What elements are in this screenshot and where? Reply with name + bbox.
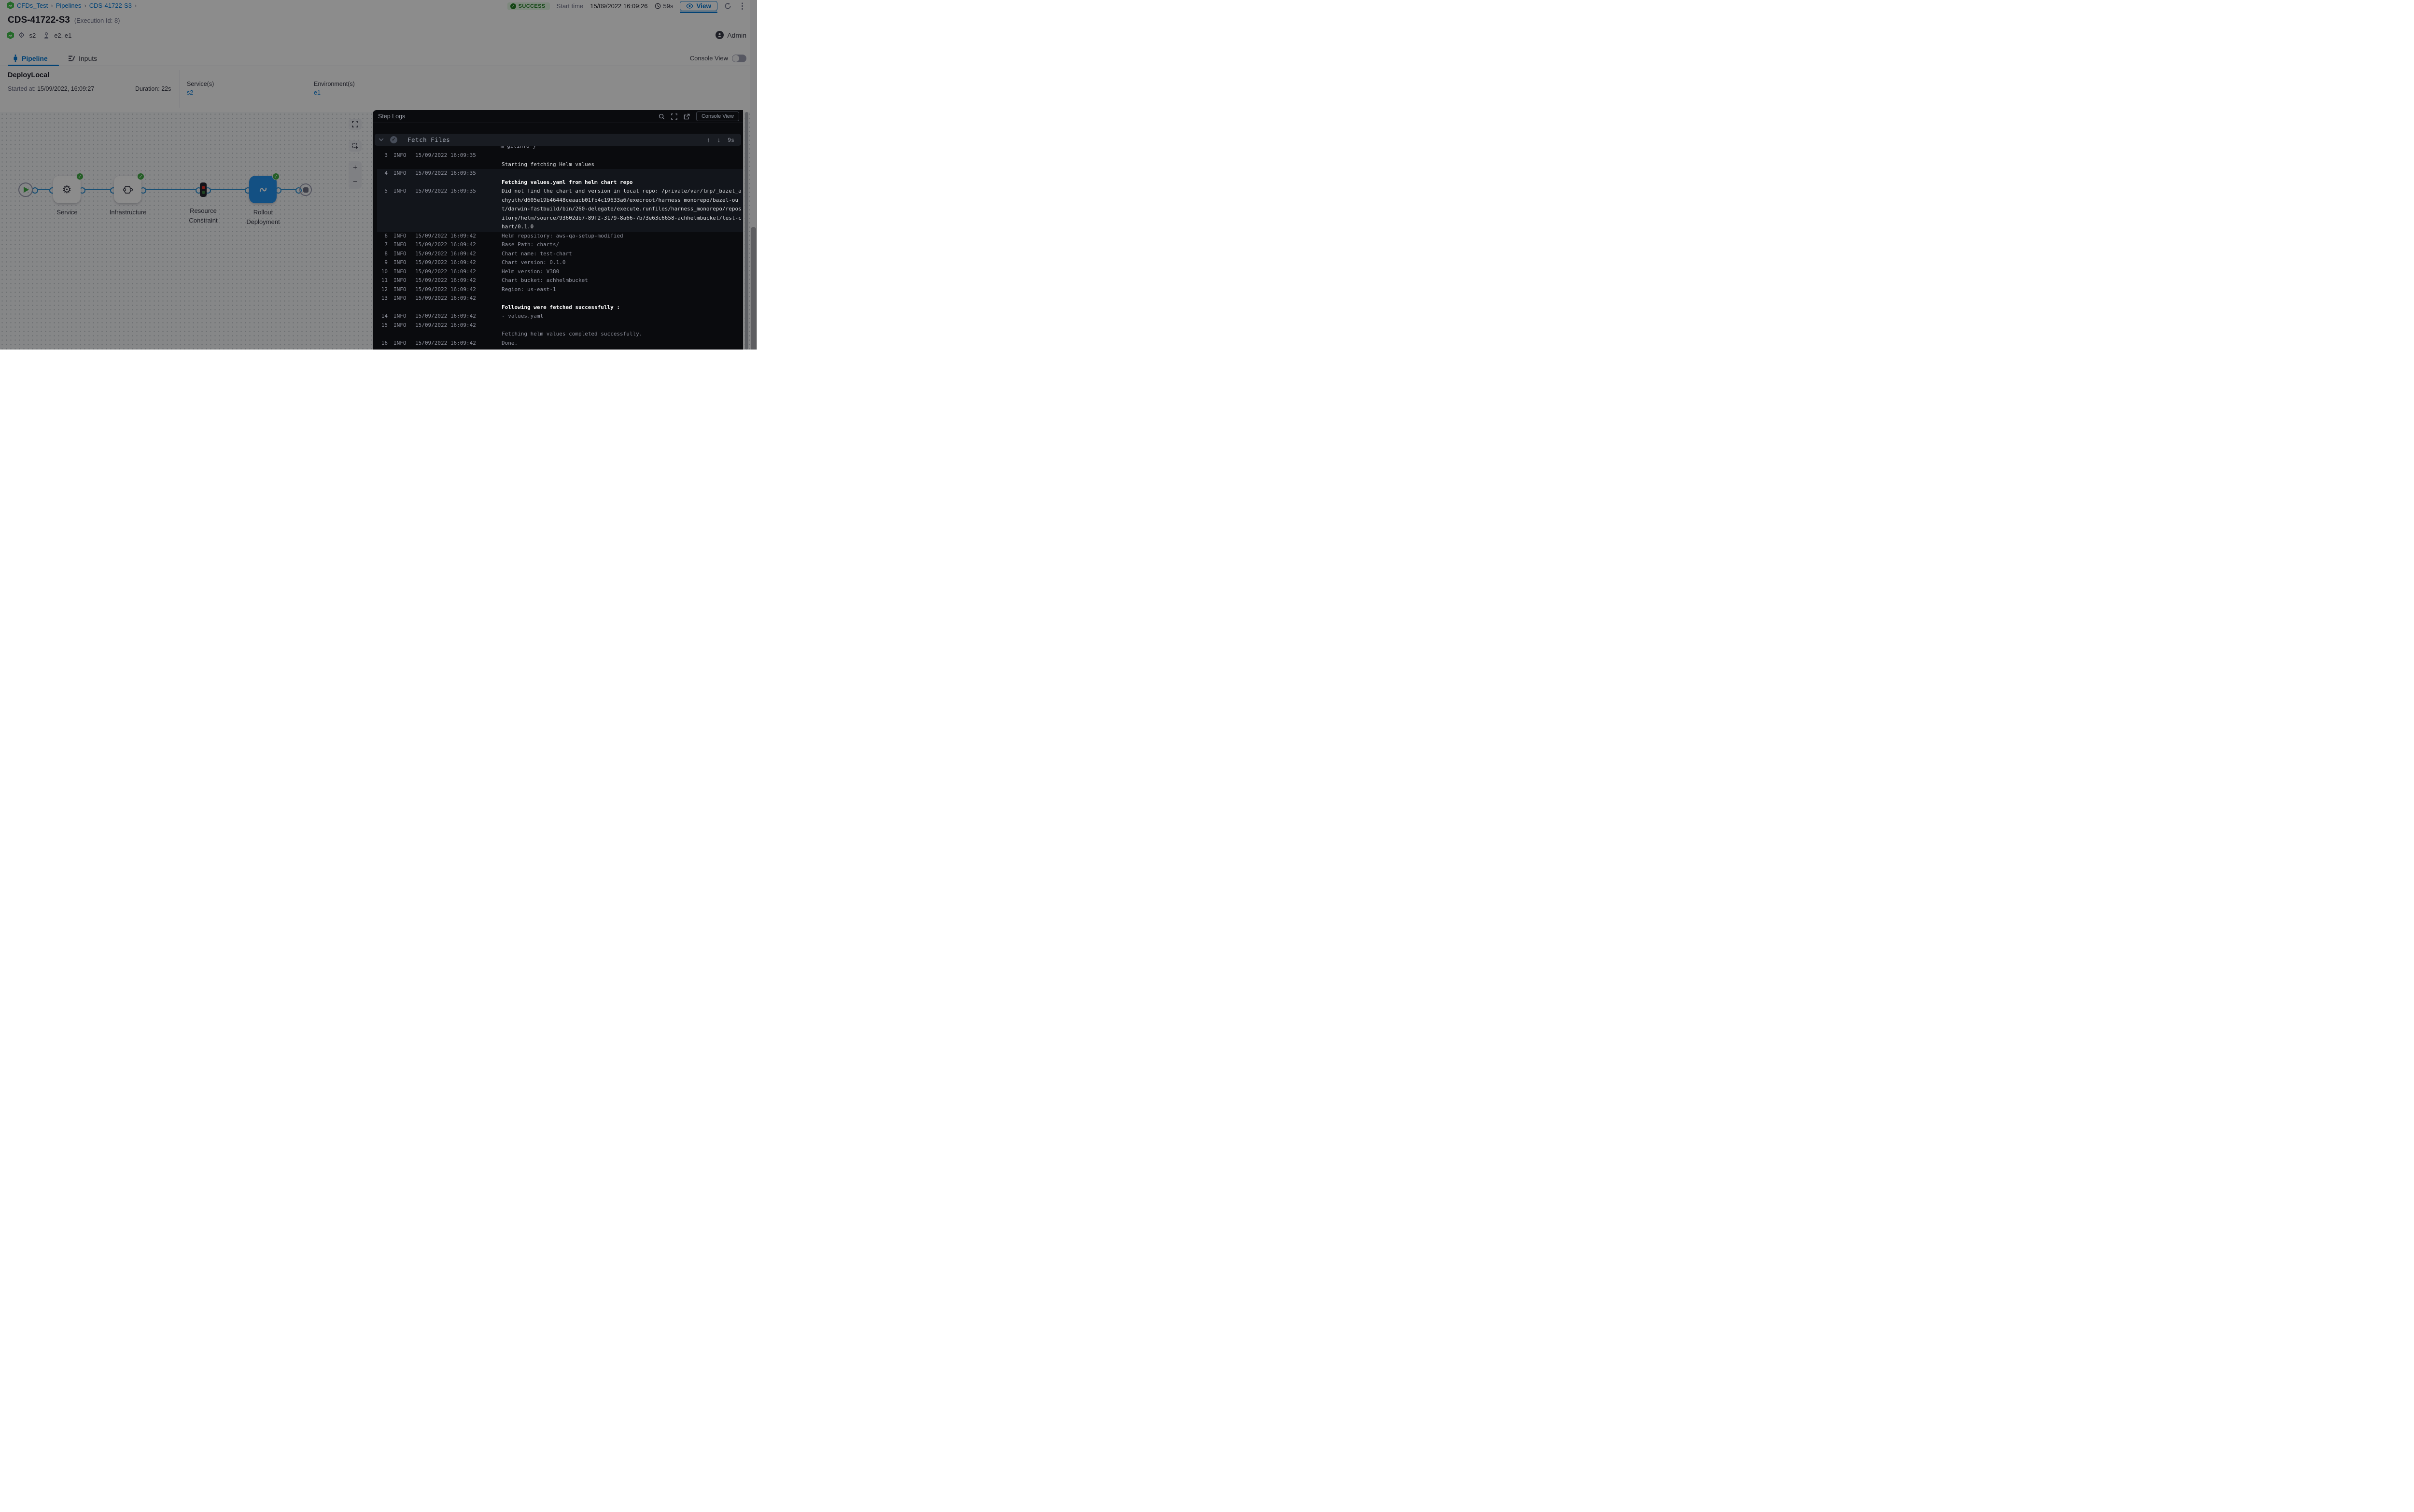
log-message: Base Path: charts/ [502,240,742,250]
log-timestamp: 15/09/2022 16:09:42 [415,339,478,348]
log-level: INFO [393,151,408,160]
step-controls: ↑ ↓ 9s [707,136,734,143]
log-level: INFO [393,312,408,321]
step-section-fetch-files[interactable]: ✓ Fetch Files ↑ ↓ 9s [375,134,741,146]
log-lines[interactable]: m gitInfo } 3 INFO 15/09/2022 16:09:35 Star… [373,146,743,350]
log-line-number: 12 [377,285,388,294]
log-line-number: 11 [377,276,388,285]
log-line-number: 9 [377,258,388,267]
log-row: 8 INFO 15/09/2022 16:09:42 Chart name: test… [377,250,743,259]
log-timestamp: 15/09/2022 16:09:42 [415,240,478,250]
log-level: INFO [393,267,408,277]
log-message: Following were fetched successfully : [502,294,742,312]
log-timestamp: 15/09/2022 16:09:42 [415,232,478,241]
scroll-down-icon[interactable]: ↓ [717,136,721,143]
log-row: 3 INFO 15/09/2022 16:09:35 Starting fetchi… [377,151,743,169]
chevron-down-icon[interactable] [379,138,384,141]
log-maximize-button[interactable] [671,113,677,120]
log-row: 14 INFO 15/09/2022 16:09:42 - values.yaml [377,312,743,321]
log-level: INFO [393,285,408,294]
log-timestamp: 15/09/2022 16:09:42 [415,276,478,285]
log-message: Helm repository: aws-qa-setup-modified [502,232,742,241]
log-level: INFO [393,339,408,348]
log-timestamp: 15/09/2022 16:09:42 [415,312,478,321]
log-line-number: 5 [377,187,388,196]
log-timestamp: 15/09/2022 16:09:42 [415,294,478,303]
log-timestamp: 15/09/2022 16:09:35 [415,151,478,160]
step-name: Fetch Files [407,136,450,143]
log-line-number: 15 [377,321,388,330]
log-level: INFO [393,232,408,241]
log-timestamp: 15/09/2022 16:09:35 [415,187,478,196]
log-message: Fetching values.yaml from helm chart rep… [502,169,742,187]
log-row: 12 INFO 15/09/2022 16:09:42 Region: us-east… [377,285,743,294]
step-logs-title: Step Logs [378,113,405,120]
step-status-check-icon: ✓ [390,136,397,143]
log-timestamp: 15/09/2022 16:09:42 [415,321,478,330]
log-message: - values.yaml [502,312,742,321]
search-icon [659,113,665,120]
console-view-button[interactable]: Console View [696,112,739,121]
log-message: Chart bucket: achhelmbucket [502,276,742,285]
log-line-number: 4 [377,169,388,178]
log-timestamp: 15/09/2022 16:09:35 [415,169,478,178]
open-in-new-button[interactable] [684,113,690,120]
log-row: 9 INFO 15/09/2022 16:09:42 Chart version: 0… [377,258,743,267]
log-row: 6 INFO 15/09/2022 16:09:42 Helm repository:… [377,232,743,241]
log-line-partial: m gitInfo } [377,146,743,151]
log-timestamp: 15/09/2022 16:09:42 [415,258,478,267]
step-logs-header: Step Logs Console View [373,110,743,123]
log-message: m gitInfo } [501,146,743,151]
log-row: 11 INFO 15/09/2022 16:09:42 Chart bucket: a… [377,276,743,285]
scroll-up-icon[interactable]: ↑ [707,136,710,143]
log-message: Starting fetching Helm values [502,151,742,169]
log-row: 16 INFO 15/09/2022 16:09:42 Done. [377,339,743,348]
log-row: 15 INFO 15/09/2022 16:09:42 Fetching helm … [377,321,743,339]
log-line-number: 13 [377,294,388,303]
log-level: INFO [393,250,408,259]
log-message: Fetching helm values completed successfu… [502,321,742,339]
log-level: INFO [393,294,408,303]
log-line-number: 14 [377,312,388,321]
log-level: INFO [393,169,408,178]
log-timestamp: 15/09/2022 16:09:42 [415,285,478,294]
log-message: Done. [502,339,742,348]
log-timestamp: 15/09/2022 16:09:42 [415,267,478,277]
log-level: INFO [393,240,408,250]
log-row: 7 INFO 15/09/2022 16:09:42 Base Path: chart… [377,240,743,250]
log-line-number: 3 [377,151,388,160]
log-line-number: 6 [377,232,388,241]
log-message: Chart name: test-chart [502,250,742,259]
log-row: 10 INFO 15/09/2022 16:09:42 Helm version: V… [377,267,743,277]
log-line-number: 16 [377,339,388,348]
step-logs-actions: Console View [659,112,739,121]
log-row: 4 INFO 15/09/2022 16:09:35 Fetching values… [377,169,743,187]
log-line-number: 8 [377,250,388,259]
log-line-number: 10 [377,267,388,277]
log-level: INFO [393,321,408,330]
log-search-button[interactable] [659,113,665,120]
log-level: INFO [393,187,408,196]
step-duration: 9s [728,137,734,143]
external-link-icon [684,113,690,120]
log-message: Helm version: V380 [502,267,742,277]
log-message: Region: us-east-1 [502,285,742,294]
log-row: 5 INFO 15/09/2022 16:09:35 Did not find the… [377,187,743,232]
log-message: Did not find the chart and version in lo… [502,187,742,232]
log-message: Chart version: 0.1.0 [502,258,742,267]
maximize-icon [671,113,677,120]
log-timestamp: 15/09/2022 16:09:42 [415,250,478,259]
log-line-number: 7 [377,240,388,250]
log-level: INFO [393,276,408,285]
log-row: 13 INFO 15/09/2022 16:09:42 Following were… [377,294,743,312]
log-level: INFO [393,258,408,267]
step-logs-drawer: Step Logs Console View ✓ Fetch Files ↑ ↓… [373,110,743,350]
